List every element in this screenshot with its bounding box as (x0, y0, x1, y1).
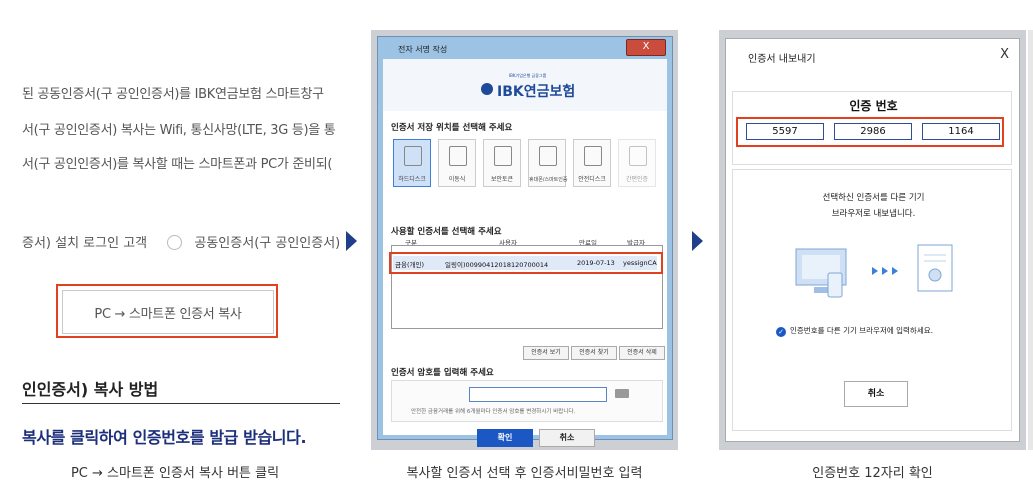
brand-banner: IBK기업은행 금융그룹 IBK연금보험 (383, 59, 667, 111)
check-icon: ✓ (776, 327, 786, 337)
section-heading: 인인증서) 복사 방법 (22, 380, 159, 399)
cancel-button[interactable]: 취소 (844, 381, 908, 407)
ibk-logo-icon (481, 83, 493, 95)
arrow-right-icon (346, 231, 357, 251)
location-label: 이동식 (448, 176, 466, 183)
close-icon[interactable]: X (1000, 47, 1009, 62)
instruction-row: ✓ 인증번호를 다른 기기 브라우저에 입력하세요. (776, 325, 933, 337)
signature-window: 전자 서명 작성 X IBK기업은행 금융그룹 IBK연금보험 인증서 저장 위… (377, 36, 673, 447)
signature-dialog-screenshot: 전자 서명 작성 X IBK기업은행 금융그룹 IBK연금보험 인증서 저장 위… (371, 30, 678, 450)
view-cert-button[interactable]: 인증서 보기 (523, 346, 569, 360)
location-label: 보안토큰 (490, 176, 514, 183)
export-window: 인증서 내보내기 X 인증 번호 5597 2986 1164 선택하신 인증서… (725, 38, 1020, 442)
info-line: 선택하신 인증서를 다른 기기 (822, 193, 925, 203)
divider (22, 403, 340, 404)
code-title: 인증 번호 (849, 99, 898, 113)
confirm-button[interactable]: 확인 (477, 429, 533, 447)
radio-label-cert: 공동인증서(구 공인인증서) (194, 236, 341, 251)
location-label: 안전디스크 (578, 176, 606, 183)
location-token[interactable]: 보안토큰 (483, 139, 521, 187)
harddisk-icon (404, 146, 422, 166)
caption-step1: PC → 스마트폰 인증서 복사 버튼 클릭 (70, 466, 280, 481)
location-label: 휴대폰/스마트인증 (529, 177, 568, 183)
pc-to-smartphone-copy-button[interactable]: PC → 스마트폰 인증서 복사 (62, 290, 274, 334)
device-export-illustration (795, 244, 953, 298)
location-phone[interactable]: 휴대폰/스마트인증 (528, 139, 568, 187)
text-line: 된 공동인증서(구 공인인증서)를 IBK연금보험 스마트창구 (22, 87, 324, 102)
find-cert-button[interactable]: 인증서 찾기 (571, 346, 617, 360)
window-title: 전자 서명 작성 (398, 45, 448, 54)
location-label: 하드디스크 (398, 176, 426, 183)
code-field: 5597 (746, 123, 824, 140)
step-heading: 복사를 클릭하여 인증번호를 발급 받습니다. (22, 428, 307, 447)
window-title: 인증서 내보내기 (748, 54, 816, 65)
page-edge (1028, 30, 1033, 450)
token-icon (494, 146, 512, 166)
password-input[interactable] (469, 387, 607, 402)
simple-auth-icon (629, 146, 647, 166)
location-label: 간편인증 (625, 176, 649, 183)
arrow-right-icon (692, 231, 703, 251)
highlight-box (389, 252, 663, 274)
caption-step3: 인증번호 12자리 확인 (812, 466, 933, 481)
text-line: 서(구 공인인증서) 복사는 Wifi, 통신사망(LTE, 3G 등)을 통 (22, 123, 336, 138)
instruction-panel: 된 공동인증서(구 공인인증서)를 IBK연금보험 스마트창구 서(구 공인인증… (0, 0, 350, 492)
keyboard-icon[interactable] (615, 389, 629, 398)
code-field: 2986 (834, 123, 912, 140)
radio-button[interactable] (167, 235, 183, 250)
export-dialog-screenshot: 인증서 내보내기 X 인증 번호 5597 2986 1164 선택하신 인증서… (719, 30, 1026, 450)
delete-cert-button[interactable]: 인증서 삭제 (619, 346, 665, 360)
phone-icon (539, 146, 557, 166)
radio-label-installed: 증서) 설치 로그인 고객 (22, 236, 148, 251)
cert-title: 사용할 인증서를 선택해 주세요 (391, 227, 502, 237)
caption-step2: 복사할 인증서 선택 후 인증서비밀번호 입력 (406, 466, 643, 481)
code-field: 1164 (922, 123, 1000, 140)
logo-subtitle: IBK기업은행 금융그룹 (509, 73, 547, 78)
safedisk-icon (584, 146, 602, 166)
location-title: 인증서 저장 위치를 선택해 주세요 (391, 123, 513, 133)
instruction-text: 인증번호를 다른 기기 브라우저에 입력하세요. (790, 326, 934, 335)
cancel-button[interactable]: 취소 (539, 429, 595, 447)
location-simple[interactable]: 간편인증 (618, 139, 656, 187)
close-button[interactable]: X (626, 39, 666, 56)
usb-icon (449, 146, 467, 166)
login-type-radio-row: 증서) 설치 로그인 고객 공동인증서(구 공인인증서) (22, 232, 340, 251)
location-removable[interactable]: 이동식 (438, 139, 476, 187)
window-body: IBK기업은행 금융그룹 IBK연금보험 인증서 저장 위치를 선택해 주세요 … (383, 59, 667, 447)
info-line: 브라우저로 내보냅니다. (831, 209, 916, 219)
location-safedisk[interactable]: 안전디스크 (573, 139, 611, 187)
password-note: 안전한 금융거래를 위해 6개월마다 인증서 암호를 변경하시기 바랍니다. (411, 409, 576, 415)
text-line: 서(구 공인인증서)를 복사할 때는 스마트폰과 PC가 준비되( (22, 157, 333, 172)
password-title: 인증서 암호를 입력해 주세요 (391, 368, 494, 378)
location-harddisk[interactable]: 하드디스크 (393, 139, 431, 187)
brand-logo: IBK연금보험 (497, 84, 576, 100)
